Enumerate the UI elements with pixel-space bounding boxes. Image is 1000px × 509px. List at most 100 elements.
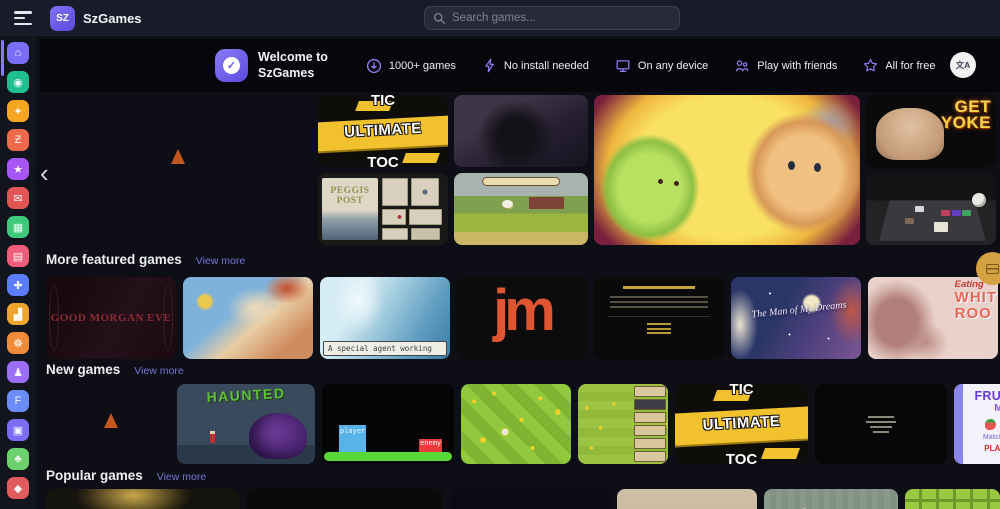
game-tile-jm-logo[interactable]: jm [457, 277, 587, 359]
decor [954, 384, 963, 464]
game-tile-popular-3[interactable] [450, 489, 610, 509]
game-tile-special-agent[interactable]: A special agent working [320, 277, 450, 359]
clover-icon: ♣ [14, 453, 21, 465]
feature-label: All for free [885, 60, 935, 72]
game-tile-popular-5[interactable] [764, 489, 898, 509]
sidebar-item-clover[interactable]: ♣ [7, 448, 29, 470]
sidebar-item-grid[interactable]: ▦ [7, 216, 29, 238]
feature-games-count: 1000+ games [366, 58, 456, 74]
game-tile-tic-ultimate-toc-new[interactable]: TIC ULTIMATE TOC [675, 384, 808, 464]
game-tile-popular-2[interactable] [247, 489, 443, 509]
plus-icon: ✚ [13, 279, 22, 292]
more-featured-row: GOOD MORGAN EVE A special agent working … [46, 277, 998, 359]
game-title-line: MASTER [963, 403, 1000, 414]
play-now-cta: PLAY NOW FREE! [963, 444, 1000, 453]
sidebar-item-home[interactable]: ⌂ [7, 42, 29, 64]
diamond-icon: ◆ [14, 482, 22, 495]
view-more-link[interactable]: View more [157, 471, 206, 483]
pawn-icon: ♟ [13, 366, 23, 379]
game-tile-fruit-crush-master[interactable]: FRUIT CRUSH MASTER Match 3 Puzzle Game P… [954, 384, 1000, 464]
game-tile-eating-white-room[interactable]: Eating WHITE ROO [868, 277, 998, 359]
chat-icon [986, 264, 999, 274]
game-tile-popular-6[interactable] [905, 489, 1000, 509]
game-tile-text-adventure[interactable] [594, 277, 724, 359]
game-title-line: TOC [675, 451, 808, 464]
feature-free: All for free [863, 58, 935, 73]
welcome-app-icon: ✓ [215, 49, 248, 82]
brand-logo[interactable]: SZ [50, 6, 75, 31]
brand[interactable]: SZ SzGames [50, 6, 142, 31]
sidebar-item-pawn[interactable]: ♟ [7, 361, 29, 383]
monitor-icon [615, 58, 631, 73]
game-tile-player-vs-enemy[interactable]: player enemy [322, 384, 454, 464]
sidebar-item-gamepad[interactable]: ▣ [7, 419, 29, 441]
brand-name: SzGames [83, 11, 142, 26]
mail-icon: ✉ [13, 192, 22, 205]
featured-carousel: TIC ULTIMATE TOC PEGGIS POST [46, 95, 996, 245]
sidebar-item-mail[interactable]: ✉ [7, 187, 29, 209]
game-tile-coin-field[interactable] [461, 384, 571, 464]
game-subtitle: Match 3 Puzzle Game [963, 434, 1000, 441]
game-tile-popular-1[interactable] [46, 489, 240, 509]
game-tile-get-yoked[interactable]: GET YOKE [866, 95, 996, 167]
game-title-line: TIC [675, 384, 808, 398]
z-icon: Ƶ [15, 134, 22, 146]
sidebar-item-plus[interactable]: ✚ [7, 274, 29, 296]
game-tile-cat-battle[interactable] [594, 95, 860, 245]
feature-any-device: On any device [615, 58, 708, 73]
feature-no-install: No install needed [482, 58, 589, 73]
sidebar-item-spark[interactable]: ✦ [7, 100, 29, 122]
sidebar-item-wheel[interactable]: ☸ [7, 332, 29, 354]
game-title-line: FRUIT CRUSH [963, 389, 1000, 403]
search-bar[interactable] [424, 6, 680, 30]
game-tile-good-morgan-eve[interactable]: GOOD MORGAN EVE [46, 277, 176, 359]
popular-games-row [46, 489, 1000, 509]
fruit-icons [963, 419, 1000, 430]
game-tile-tic-ultimate-toc[interactable]: TIC ULTIMATE TOC [318, 95, 448, 167]
cloud-download-icon [366, 58, 382, 74]
sidebar-item-chart[interactable]: ▟ [7, 303, 29, 325]
game-title-line: TIC [318, 95, 448, 109]
lightning-icon [482, 58, 497, 73]
cup [972, 193, 986, 207]
view-more-link[interactable]: View more [196, 255, 245, 267]
search-input[interactable] [452, 12, 671, 24]
section-title: More featured games [46, 252, 182, 267]
check-icon: ✓ [223, 57, 240, 74]
game-tile-sheep-farm[interactable] [454, 173, 588, 245]
jm-logo-text: jm [493, 291, 551, 332]
game-tile-dark-menu[interactable] [815, 384, 947, 464]
gamepad-icon: ▣ [13, 424, 23, 437]
view-more-link[interactable]: View more [134, 365, 183, 377]
game-tile-tabletop[interactable] [866, 173, 996, 245]
game-tile-gnome-hero[interactable] [46, 95, 312, 245]
sidebar-toggle-icon[interactable] [14, 11, 34, 25]
star-icon: ★ [13, 163, 23, 176]
f-icon: F [15, 395, 22, 407]
game-tile-pixel-farm[interactable] [578, 384, 668, 464]
menu-buttons [634, 386, 666, 462]
sidebar-item-discover[interactable]: ◉ [7, 71, 29, 93]
game-tile-popular-4[interactable] [617, 489, 757, 509]
welcome-banner: ✓ Welcome to SzGames 1000+ games No inst… [40, 39, 1000, 92]
carousel-prev-button[interactable]: ‹ [40, 160, 49, 186]
language-button[interactable]: 文A [950, 52, 976, 78]
game-title-line: TOC [318, 154, 448, 167]
game-title-line: ROO [955, 306, 998, 322]
feature-label: No install needed [504, 60, 589, 72]
sidebar-item-star[interactable]: ★ [7, 158, 29, 180]
game-tile-haunted[interactable]: HAUNTED [177, 384, 315, 464]
game-tile-man-of-my-dreams[interactable]: The Man of My Dreams [731, 277, 861, 359]
sidebar-item-z[interactable]: Ƶ [7, 129, 29, 151]
feature-friends: Play with friends [734, 58, 837, 73]
sidebar-item-rows[interactable]: ▤ [7, 245, 29, 267]
game-tile-gnome-new[interactable] [46, 384, 170, 464]
star-outline-icon [863, 58, 878, 73]
game-tile-peggis-post[interactable]: PEGGIS POST [318, 173, 448, 245]
new-games-row: HAUNTED player enemy TIC ULTIMATE TOC [46, 384, 1000, 464]
game-tile-dark-anime[interactable] [454, 95, 588, 167]
sidebar-item-diamond[interactable]: ◆ [7, 477, 29, 499]
game-tile-anime-couple[interactable] [183, 277, 313, 359]
game-title: The Man of My Dreams [751, 299, 847, 320]
sidebar-item-f[interactable]: F [7, 390, 29, 412]
